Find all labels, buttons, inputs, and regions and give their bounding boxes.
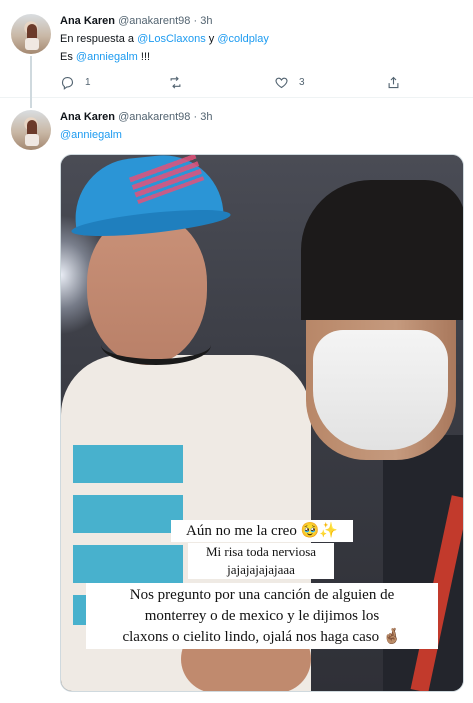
- caption-line-4c: claxons o cielito lindo, ojalá nos haga …: [122, 629, 402, 645]
- tweet-text: Es @anniegalm !!!: [60, 51, 150, 63]
- reply-prefix: En respuesta a: [60, 33, 138, 45]
- mention-anniegalm[interactable]: @anniegalm: [60, 129, 122, 141]
- caption-line-1: Aún no me la creo 🥹✨: [171, 520, 353, 542]
- mention-anniegalm[interactable]: @anniegalm: [76, 51, 138, 63]
- reply-icon: [61, 76, 74, 90]
- caption-line-3: jajajajajajaaa: [188, 561, 334, 579]
- share-icon: [388, 76, 399, 88]
- tweet-main[interactable]: Ana Karen @anakarent98 · 3h @anniegalm A…: [0, 98, 473, 703]
- photo-cap-print: [128, 155, 205, 204]
- caption-block: Nos pregunto por una canción de alguien …: [86, 583, 438, 649]
- tweet-actions: 1 3: [60, 72, 440, 92]
- tweet-header: Ana Karen @anakarent98 · 3h: [60, 15, 212, 27]
- caption-line-4a: Nos pregunto por una canción de alguien …: [129, 587, 395, 603]
- tweet-header: Ana Karen @anakarent98 · 3h: [60, 111, 212, 123]
- tweet-text: @anniegalm: [60, 129, 122, 141]
- body-prefix: Es: [60, 51, 76, 63]
- handle-time[interactable]: @anakarent98 · 3h: [118, 15, 212, 27]
- retweet-icon: [170, 75, 181, 89]
- share-button[interactable]: [386, 72, 401, 92]
- avatar[interactable]: [11, 110, 51, 150]
- photo-person-right-hair: [301, 180, 463, 320]
- heart-icon: [275, 77, 288, 88]
- photo-chin-mask: [101, 325, 211, 365]
- handle-time[interactable]: @anakarent98 · 3h: [118, 111, 212, 123]
- tweet-media-photo[interactable]: Aún no me la creo 🥹✨ Mi risa toda nervio…: [60, 154, 464, 692]
- mention-losclaxons[interactable]: @LosClaxons: [137, 33, 206, 45]
- photo-face-mask: [313, 330, 448, 450]
- body-suffix: !!!: [137, 51, 151, 63]
- display-name[interactable]: Ana Karen: [60, 111, 115, 123]
- reply-count: 1: [85, 76, 91, 88]
- avatar-figure-dress: [25, 38, 39, 50]
- reply-context: En respuesta a @LosClaxons y @coldplay: [60, 33, 269, 45]
- like-button[interactable]: 3: [274, 72, 305, 92]
- like-count: 3: [299, 76, 305, 88]
- reply-and: y: [205, 33, 218, 45]
- retweet-button[interactable]: [168, 72, 193, 92]
- avatar[interactable]: [11, 14, 51, 54]
- caption-line-4b: monterrey o de mexico y le dijimos los: [144, 608, 380, 624]
- reply-button[interactable]: 1: [60, 72, 91, 92]
- tweet-reply[interactable]: Ana Karen @anakarent98 · 3h En respuesta…: [0, 0, 473, 108]
- display-name[interactable]: Ana Karen: [60, 15, 115, 27]
- avatar-figure-dress: [25, 134, 39, 146]
- caption-line-2: Mi risa toda nerviosa: [188, 543, 334, 561]
- mention-coldplay[interactable]: @coldplay: [217, 33, 269, 45]
